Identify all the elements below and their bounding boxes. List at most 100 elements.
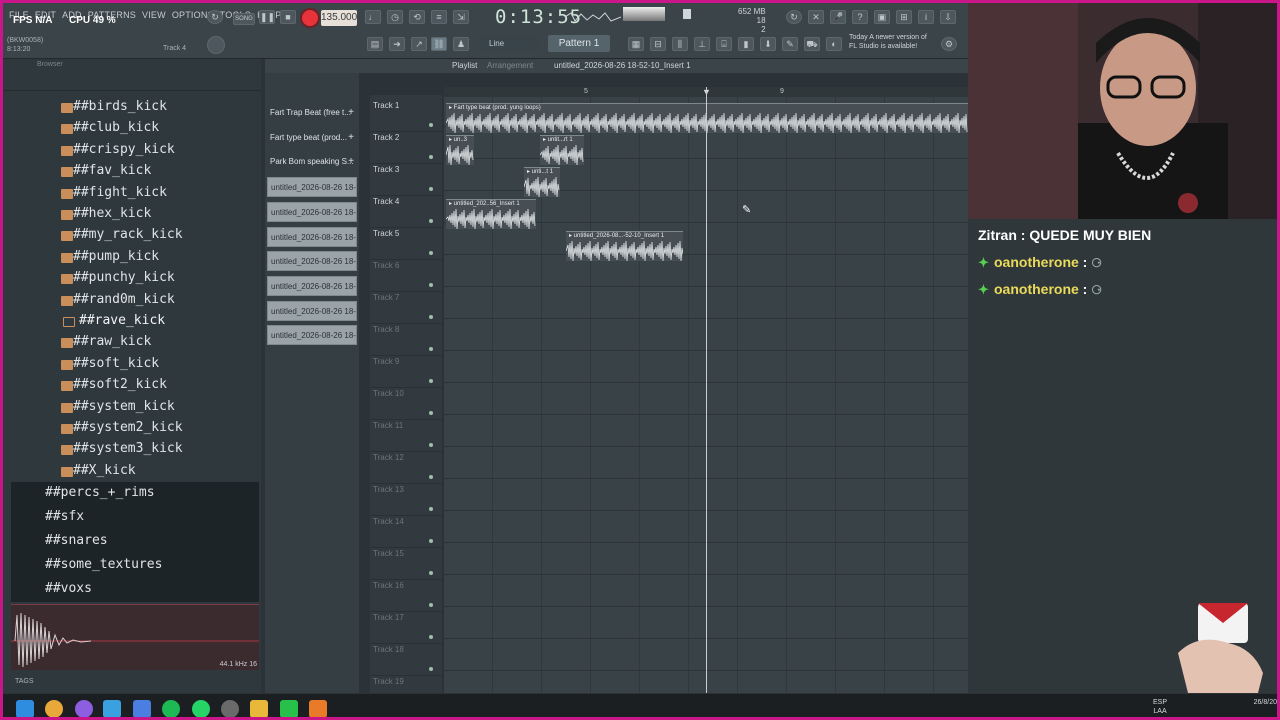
channel-rack-icon[interactable]: ⊟ — [650, 37, 666, 51]
car-icon[interactable]: ⛟ — [804, 37, 820, 51]
track-name[interactable]: Track 17 — [373, 613, 404, 622]
browser-icon[interactable]: ▮ — [738, 37, 754, 51]
kick-folder[interactable]: ##system3_kick — [73, 441, 183, 456]
news-panel[interactable]: Today A newer version of FL Studio is av… — [849, 33, 927, 51]
kick-folder[interactable]: ##rand0m_kick — [73, 292, 175, 307]
kick-folder[interactable]: ##rave_kick — [79, 313, 165, 328]
sample-folder[interactable]: ##voxs — [45, 581, 92, 596]
settings-gear-icon[interactable]: ⚙ — [941, 37, 957, 51]
arrangement-label[interactable]: Arrangement — [487, 61, 533, 70]
language-indicator[interactable]: ESP LAA — [1153, 698, 1167, 716]
track-name[interactable]: Track 8 — [373, 325, 399, 334]
kick-folder[interactable]: ##club_kick — [73, 120, 159, 135]
add-pattern-icon[interactable]: + — [348, 103, 354, 123]
track-name[interactable]: Track 4 — [373, 197, 399, 206]
sample-folder[interactable]: ##some_textures — [45, 557, 162, 572]
pattern-item[interactable]: untitled_2026-08-26 18-... — [267, 201, 357, 222]
track-mute-indicator[interactable] — [429, 283, 433, 287]
save-icon[interactable]: ▣ — [874, 10, 890, 24]
pattern-item[interactable]: untitled_2026-08-26 18-... — [267, 325, 357, 346]
snap-dropdown[interactable]: Line — [479, 35, 539, 52]
track-mute-indicator[interactable] — [429, 571, 433, 575]
audio-clip[interactable]: ▸ Fart type beat (prod. yung loops) — [446, 103, 968, 134]
pattern-item[interactable]: Park Bom speaking S... + — [267, 152, 357, 172]
arrow-right-icon[interactable]: ➜ — [389, 37, 405, 51]
pattern-item[interactable]: untitled_2026-08-26 18-... — [267, 251, 357, 272]
track-mute-indicator[interactable] — [429, 539, 433, 543]
pattern-item[interactable]: Fart type beat (prod... + — [267, 128, 357, 148]
audio-clip[interactable]: ▸ untitled_2026-08...-52-10_Insert 1 — [566, 231, 683, 262]
fl-studio-icon[interactable] — [309, 700, 327, 717]
windows-start-icon[interactable] — [16, 700, 34, 717]
track-mute-indicator[interactable] — [429, 507, 433, 511]
app-icon[interactable] — [133, 700, 151, 717]
track-mute-indicator[interactable] — [429, 667, 433, 671]
track-mute-indicator[interactable] — [429, 315, 433, 319]
sample-folder[interactable]: ##snares — [45, 533, 108, 548]
track-name[interactable]: Track 5 — [373, 229, 399, 238]
tools-icon[interactable]: ✕ — [808, 10, 824, 24]
link-icon[interactable]: ⛓ — [431, 37, 447, 51]
sample-folder[interactable]: ##percs_+_rims — [45, 485, 155, 500]
menu-view[interactable]: VIEW — [142, 10, 166, 20]
loop-icon[interactable]: ↻ — [207, 10, 223, 24]
add-pattern-icon[interactable]: + — [348, 152, 354, 172]
kick-folder[interactable]: ##my_rack_kick — [73, 227, 183, 242]
track-name[interactable]: Track 10 — [373, 389, 404, 398]
stamp-icon[interactable]: ♟ — [453, 37, 469, 51]
add-pattern-icon[interactable]: + — [348, 128, 354, 148]
kick-folder[interactable]: ##system2_kick — [73, 420, 183, 435]
track-mute-indicator[interactable] — [429, 347, 433, 351]
blend-icon[interactable]: ≡ — [431, 10, 447, 24]
metronome-icon[interactable]: ♩ — [365, 10, 381, 24]
kick-folder[interactable]: ##crispy_kick — [73, 142, 175, 157]
audio-clip[interactable]: ▸ untitled_202..56_Insert 1 — [446, 199, 536, 230]
track-name[interactable]: Track 14 — [373, 517, 404, 526]
track-mute-indicator[interactable] — [429, 603, 433, 607]
audio-clip[interactable]: ▸ unti...t 1 — [524, 167, 560, 198]
telegram-icon[interactable] — [103, 700, 121, 717]
track-name[interactable]: Track 12 — [373, 453, 404, 462]
refresh-icon[interactable]: ↻ — [786, 10, 802, 24]
track-mute-indicator[interactable] — [429, 187, 433, 191]
plugin-icon[interactable]: ⊞ — [896, 10, 912, 24]
audio-clip[interactable]: ▸ un..3 — [446, 135, 474, 166]
fader-icon[interactable]: ⊥ — [694, 37, 710, 51]
patterns-icon[interactable]: ⌸ — [716, 37, 732, 51]
track-name[interactable]: Track 18 — [373, 645, 404, 654]
track-mute-indicator[interactable] — [429, 155, 433, 159]
track-name[interactable]: Track 15 — [373, 549, 404, 558]
track-name[interactable]: Track 2 — [373, 133, 399, 142]
track-name[interactable]: Track 16 — [373, 581, 404, 590]
wait-icon[interactable]: ◷ — [387, 10, 403, 24]
playlist-view-icon[interactable]: ▤ — [367, 37, 383, 51]
track-name[interactable]: Track 9 — [373, 357, 399, 366]
track-name[interactable]: Track 7 — [373, 293, 399, 302]
pattern-item[interactable]: untitled_2026-08-26 18-... — [267, 226, 357, 247]
whatsapp-icon[interactable] — [192, 700, 210, 717]
track-name[interactable]: Track 13 — [373, 485, 404, 494]
tempo-display[interactable]: 135.000 — [321, 10, 357, 26]
track-mute-indicator[interactable] — [429, 219, 433, 223]
play-button[interactable]: ❚❚ — [259, 10, 275, 24]
track-name[interactable]: Track 3 — [373, 165, 399, 174]
audio-clip[interactable]: ▸ untit...rt 1 — [540, 135, 584, 166]
pattern-item[interactable]: untitled_2026-08-26 18-... — [267, 300, 357, 321]
record-button[interactable] — [302, 10, 318, 26]
sample-folder[interactable]: ##sfx — [45, 509, 84, 524]
file-explorer-icon[interactable] — [250, 700, 268, 717]
kick-folder[interactable]: ##fav_kick — [73, 163, 151, 178]
kick-folder[interactable]: ##soft_kick — [73, 356, 159, 371]
arrow-icon[interactable]: ↗ — [411, 37, 427, 51]
kick-folder[interactable]: ##hex_kick — [73, 206, 151, 221]
pattern-item[interactable]: untitled_2026-08-26 18-... — [267, 275, 357, 296]
track-mute-indicator[interactable] — [429, 379, 433, 383]
track-mute-indicator[interactable] — [429, 475, 433, 479]
track-mute-indicator[interactable] — [429, 123, 433, 127]
kick-folder[interactable]: ##soft2_kick — [73, 377, 167, 392]
pattern-selector[interactable]: Pattern 1 — [548, 35, 610, 52]
kick-folder[interactable]: ##fight_kick — [73, 185, 167, 200]
stop-button[interactable]: ■ — [280, 10, 296, 24]
track-name[interactable]: Track 6 — [373, 261, 399, 270]
track-name[interactable]: Track 11 — [373, 421, 403, 430]
